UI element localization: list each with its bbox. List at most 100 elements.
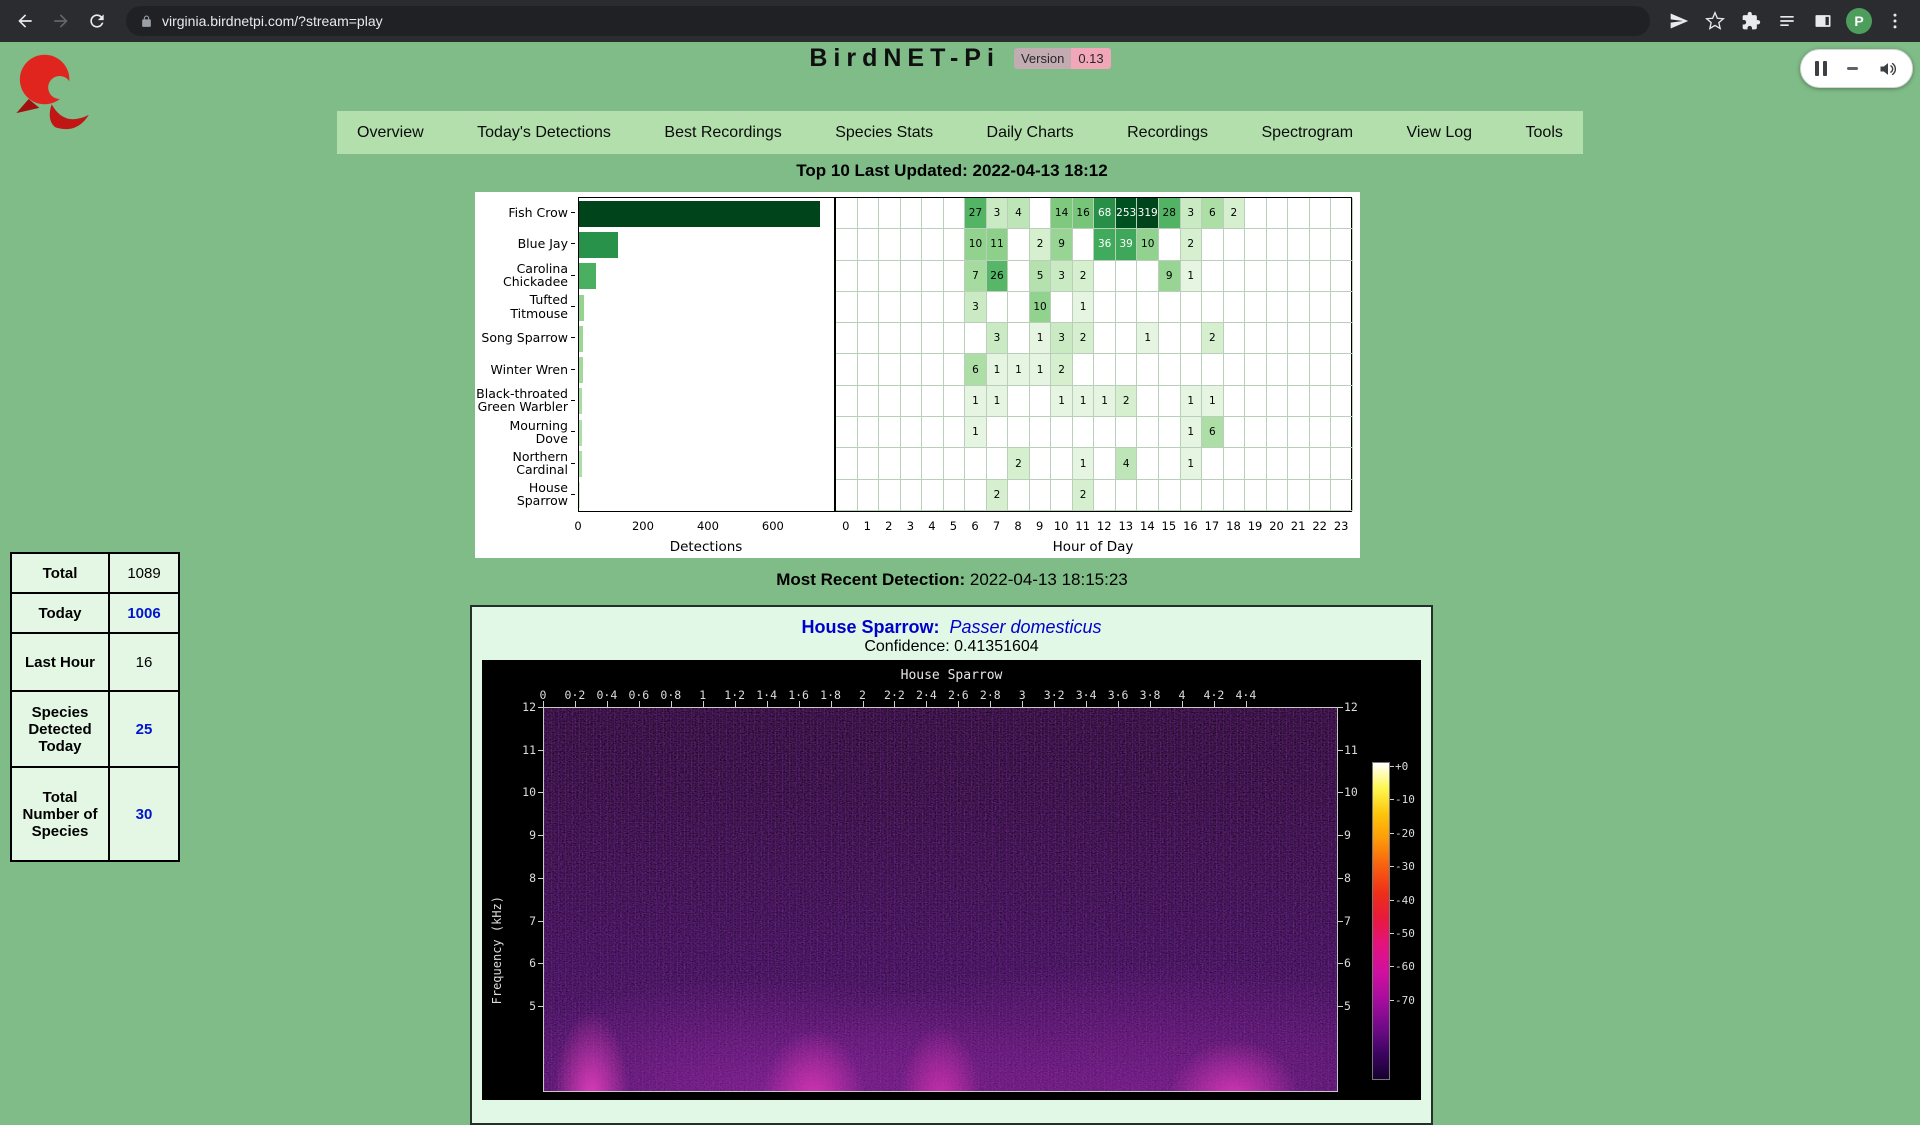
bar-tick-label: 400	[697, 519, 719, 533]
heatmap-cell	[1116, 261, 1138, 292]
detection-species-link[interactable]: House Sparrow:	[801, 617, 939, 637]
tick-mark	[1086, 701, 1087, 707]
tick-mark	[1338, 921, 1343, 922]
heatmap-cell: 3	[965, 292, 987, 323]
heatmap-cell	[1245, 386, 1267, 417]
bar-axis-label: Detections	[670, 539, 743, 555]
heatmap-cell	[1008, 386, 1030, 417]
stat-value[interactable]: 30	[109, 767, 179, 861]
hour-tick-label: 9	[1036, 519, 1043, 533]
tick-mark	[863, 701, 864, 707]
nav-item-today-s-detections[interactable]: Today's Detections	[477, 124, 611, 142]
colorbar-tick: -10	[1395, 793, 1415, 806]
spect-x-tick: 1·6	[788, 688, 809, 702]
heatmap-cell	[944, 448, 966, 479]
heatmap-cell	[1267, 354, 1289, 385]
address-bar[interactable]: virginia.birdnetpi.com/?stream=play	[126, 6, 1650, 36]
heatmap-cell	[944, 261, 966, 292]
heatmap-cell	[836, 261, 858, 292]
menu-dots-icon[interactable]	[1878, 4, 1912, 38]
bar-row	[579, 448, 834, 479]
back-icon[interactable]	[8, 4, 42, 38]
stats-row: Species Detected Today25	[11, 691, 179, 767]
spect-y-tick: 8	[506, 871, 536, 885]
detections-bar	[579, 201, 820, 227]
heatmap-cell	[1137, 354, 1159, 385]
pause-button[interactable]	[1815, 61, 1827, 76]
nav-item-daily-charts[interactable]: Daily Charts	[987, 124, 1074, 142]
nav-item-view-log[interactable]: View Log	[1407, 124, 1473, 142]
heatmap-cell: 10	[965, 229, 987, 260]
nav-item-tools[interactable]: Tools	[1526, 124, 1563, 142]
extensions-icon[interactable]	[1734, 4, 1768, 38]
species-labels: Fish CrowBlue JayCarolina ChickadeeTufte…	[475, 197, 575, 510]
reload-icon[interactable]	[80, 4, 114, 38]
bookmark-star-icon[interactable]	[1698, 4, 1732, 38]
spect-x-tick: 1·8	[820, 688, 841, 702]
heatmap-cell	[1073, 229, 1095, 260]
tick-mark	[1390, 966, 1394, 967]
heatmap-cell	[1310, 386, 1332, 417]
forward-icon[interactable]	[44, 4, 78, 38]
spect-x-tick: 3·2	[1044, 688, 1065, 702]
nav-item-overview[interactable]: Overview	[357, 124, 424, 142]
heatmap-cell: 1	[1008, 354, 1030, 385]
heatmap-cell	[1224, 229, 1246, 260]
heatmap-cell	[1116, 417, 1138, 448]
heatmap-cell	[879, 417, 901, 448]
hour-tick-label: 21	[1291, 519, 1306, 533]
tick-mark	[1338, 707, 1343, 708]
heatmap-cell: 1	[1094, 386, 1116, 417]
heatmap-cell	[1224, 292, 1246, 323]
hourly-heatmap: 2734141668253319283621011293639102726532…	[835, 197, 1352, 512]
heatmap-cell	[836, 292, 858, 323]
profile-avatar[interactable]: P	[1846, 8, 1872, 34]
heatmap-cell	[1267, 417, 1289, 448]
heatmap-cell	[901, 448, 923, 479]
heatmap-cell: 3	[987, 198, 1009, 229]
send-icon[interactable]	[1662, 4, 1696, 38]
nav-item-best-recordings[interactable]: Best Recordings	[664, 124, 781, 142]
spect-x-tick: 4	[1179, 688, 1186, 702]
heatmap-cell: 319	[1137, 198, 1159, 229]
stat-value[interactable]: 1006	[109, 593, 179, 633]
heatmap-cell	[1267, 386, 1289, 417]
tick-mark	[543, 701, 544, 707]
heatmap-cell	[922, 354, 944, 385]
heatmap-cell	[944, 198, 966, 229]
bar-row	[579, 261, 834, 292]
tick-mark	[1150, 701, 1151, 707]
heatmap-cell	[1267, 480, 1289, 511]
heatmap-cell	[858, 480, 880, 511]
heatmap-cell: 1	[1181, 417, 1203, 448]
heatmap-cell	[858, 448, 880, 479]
heatmap-cell	[1331, 261, 1353, 292]
heatmap-cell	[1137, 417, 1159, 448]
volume-button[interactable]	[1878, 59, 1898, 79]
nav-item-spectrogram[interactable]: Spectrogram	[1262, 124, 1354, 142]
heatmap-cell: 6	[965, 354, 987, 385]
heatmap-cell	[901, 417, 923, 448]
heatmap-cell	[836, 386, 858, 417]
tab-list-icon[interactable]	[1770, 4, 1804, 38]
detection-heading: House Sparrow:Passer domesticus	[472, 607, 1431, 637]
heatmap-cell	[1094, 261, 1116, 292]
nav-item-species-stats[interactable]: Species Stats	[835, 124, 933, 142]
spect-x-tick: 2·2	[884, 688, 905, 702]
heatmap-cell	[1202, 480, 1224, 511]
heatmap-cell: 7	[965, 261, 987, 292]
nav-item-recordings[interactable]: Recordings	[1127, 124, 1208, 142]
heatmap-cell	[1159, 480, 1181, 511]
side-panel-icon[interactable]	[1806, 4, 1840, 38]
heatmap-cell: 1	[1073, 292, 1095, 323]
heatmap-cell	[1030, 417, 1052, 448]
stat-value[interactable]: 25	[109, 691, 179, 767]
heatmap-cell	[1030, 386, 1052, 417]
detections-bar	[579, 420, 582, 446]
spect-x-tick: 3·4	[1076, 688, 1097, 702]
heatmap-cell	[858, 354, 880, 385]
heatmap-cell	[944, 292, 966, 323]
heatmap-cell	[922, 292, 944, 323]
bar-tick-label: 200	[632, 519, 654, 533]
browser-toolbar: virginia.birdnetpi.com/?stream=play P	[0, 0, 1920, 42]
